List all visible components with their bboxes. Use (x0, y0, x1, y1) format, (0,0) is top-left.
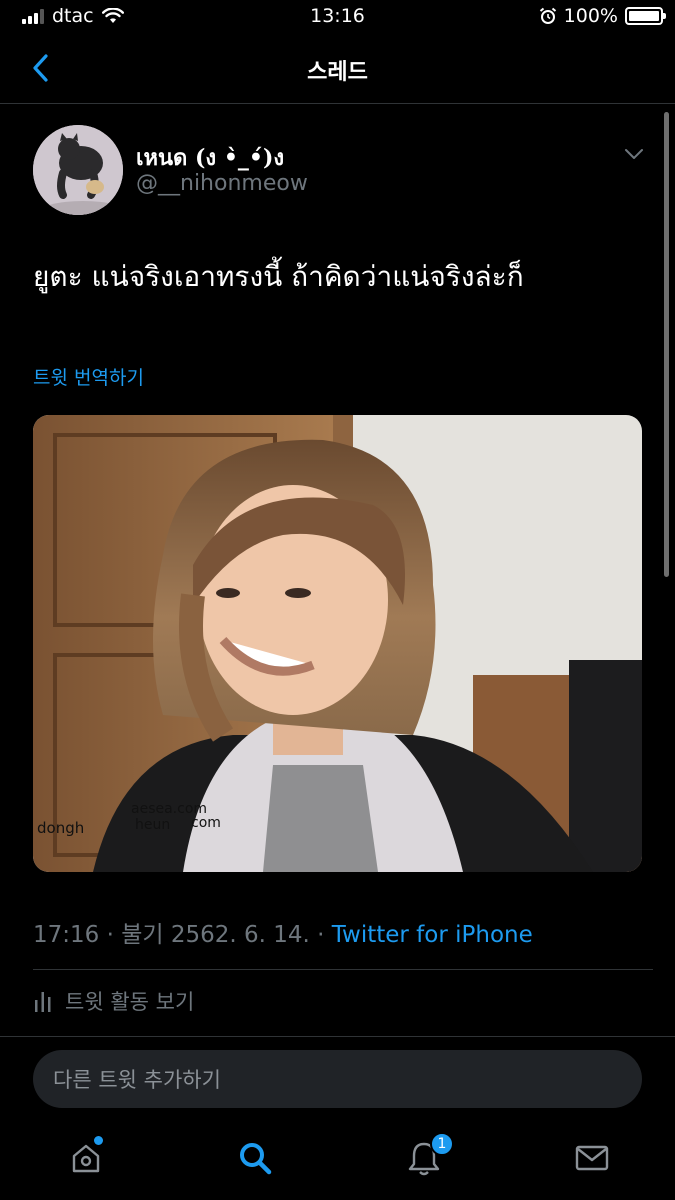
caret-down-icon (625, 149, 643, 159)
divider (33, 969, 653, 970)
status-bar-right: 100% (539, 5, 666, 27)
tweet-meta: 17:16 · 불기 2562. 6. 14. · Twitter for iP… (33, 915, 533, 949)
nav-bar: 스레드 (0, 34, 675, 104)
translate-tweet-link[interactable]: 트윗 번역하기 (33, 363, 144, 390)
author-handle[interactable]: @__nihonmeow (136, 171, 308, 196)
alarm-icon (539, 7, 556, 24)
photo-watermark: com (191, 815, 221, 831)
tab-search[interactable] (231, 1134, 279, 1182)
photo-watermark: dongh (37, 819, 84, 837)
battery-icon (625, 7, 666, 25)
tweet-options-button[interactable] (620, 140, 648, 168)
reply-bar: 다른 트윗 추가하기 (0, 1036, 675, 1122)
tweet-text: ยูตะ แน่จริงเอาทรงนี้ ถ้าคิดว่าแน่จริงล่… (33, 260, 524, 293)
tweet-photo[interactable]: dongh aesea.com heun com (33, 415, 642, 872)
tweet-activity-button[interactable]: 트윗 활동 보기 (33, 986, 194, 1016)
status-bar: dtac 13:16 100% (0, 0, 675, 34)
tab-home[interactable] (62, 1134, 110, 1182)
tweet-client-link[interactable]: Twitter for iPhone (332, 922, 533, 948)
home-new-dot (94, 1136, 103, 1145)
tweet-timestamp: 17:16 · 불기 2562. 6. 14. · (33, 922, 332, 948)
tab-messages[interactable] (568, 1134, 616, 1182)
avatar[interactable] (33, 125, 123, 215)
notifications-badge: 1 (430, 1132, 454, 1156)
bar-chart-icon (35, 992, 51, 1012)
mail-icon (575, 1145, 609, 1171)
home-icon (72, 1144, 100, 1173)
author-name[interactable]: เหนด (ง •̀_•́)ง (136, 140, 284, 175)
add-tweet-input[interactable]: 다른 트윗 추가하기 (33, 1050, 642, 1108)
tweet-activity-label: 트윗 활동 보기 (65, 990, 195, 1014)
page-title: 스레드 (307, 60, 368, 85)
photo-watermark: heun (135, 817, 170, 833)
tab-bar: 1 (0, 1122, 675, 1200)
tab-notifications[interactable]: 1 (400, 1132, 454, 1182)
battery-percent: 100% (563, 5, 618, 27)
search-icon (240, 1143, 272, 1175)
scrollbar[interactable] (664, 112, 669, 577)
